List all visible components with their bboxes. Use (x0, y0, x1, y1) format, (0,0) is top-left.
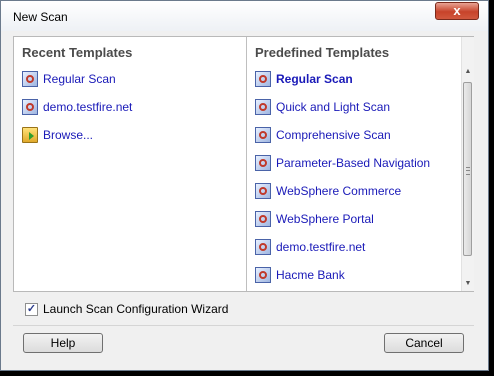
cancel-button[interactable]: Cancel (384, 333, 464, 353)
templates-panel: Recent Templates Regular Scan demo.testf… (13, 36, 474, 292)
template-icon (255, 71, 271, 87)
recent-item-label: Browse... (43, 128, 94, 142)
template-icon (255, 155, 271, 171)
launch-wizard-option[interactable]: ✓ Launch Scan Configuration Wizard (25, 302, 228, 316)
folder-open-icon (22, 127, 38, 143)
predefined-item-quick-light-scan[interactable]: Quick and Light Scan (255, 98, 390, 116)
predefined-item-websphere-portal[interactable]: WebSphere Portal (255, 210, 374, 228)
predefined-item-regular-scan[interactable]: Regular Scan (255, 70, 353, 88)
predefined-item-comprehensive-scan[interactable]: Comprehensive Scan (255, 126, 391, 144)
predefined-item-label: Quick and Light Scan (276, 100, 391, 114)
predefined-item-label: WebSphere Commerce (276, 184, 402, 198)
template-icon (22, 99, 38, 115)
predefined-item-hacme-bank[interactable]: Hacme Bank (255, 266, 345, 284)
predefined-item-label: demo.testfire.net (276, 240, 366, 254)
predefined-item-parameter-based-navigation[interactable]: Parameter-Based Navigation (255, 154, 430, 172)
launch-wizard-label: Launch Scan Configuration Wizard (43, 302, 229, 316)
help-button[interactable]: Help (23, 333, 103, 353)
predefined-scrollbar[interactable]: ▲ ▼ (461, 37, 474, 291)
predefined-item-websphere-commerce[interactable]: WebSphere Commerce (255, 182, 401, 200)
template-icon (255, 211, 271, 227)
predefined-templates-column: Predefined Templates Regular Scan Quick … (247, 37, 461, 291)
template-icon (255, 267, 271, 283)
predefined-item-label: WebSphere Portal (276, 212, 374, 226)
scroll-up-icon[interactable]: ▲ (462, 65, 474, 79)
predefined-item-label: Parameter-Based Navigation (276, 156, 431, 170)
recent-item-label: demo.testfire.net (43, 100, 133, 114)
predefined-item-demo-testfire[interactable]: demo.testfire.net (255, 238, 365, 256)
predefined-item-label: Regular Scan (276, 72, 353, 86)
recent-item-label: Regular Scan (43, 72, 116, 86)
close-button[interactable]: x (435, 2, 479, 20)
scrollbar-thumb[interactable] (463, 82, 472, 256)
recent-item-demo-testfire[interactable]: demo.testfire.net (22, 98, 132, 116)
predefined-item-label: Comprehensive Scan (276, 128, 391, 142)
window-title: New Scan (13, 10, 68, 24)
new-scan-dialog: New Scan x Recent Templates Regular Scan… (0, 0, 489, 371)
template-icon (255, 239, 271, 255)
predefined-templates-heading: Predefined Templates (255, 45, 390, 60)
template-icon (22, 71, 38, 87)
recent-item-regular-scan[interactable]: Regular Scan (22, 70, 116, 88)
predefined-item-label: Hacme Bank (276, 268, 345, 282)
recent-templates-column: Recent Templates Regular Scan demo.testf… (14, 37, 246, 291)
recent-item-browse[interactable]: Browse... (22, 126, 93, 144)
footer-divider (13, 325, 474, 326)
recent-templates-heading: Recent Templates (22, 45, 133, 60)
template-icon (255, 127, 271, 143)
scroll-down-icon[interactable]: ▼ (462, 277, 474, 291)
launch-wizard-checkbox[interactable]: ✓ (25, 302, 38, 316)
grip-icon (466, 167, 470, 175)
template-icon (255, 99, 271, 115)
template-icon (255, 183, 271, 199)
title-bar[interactable]: New Scan x (1, 1, 488, 31)
